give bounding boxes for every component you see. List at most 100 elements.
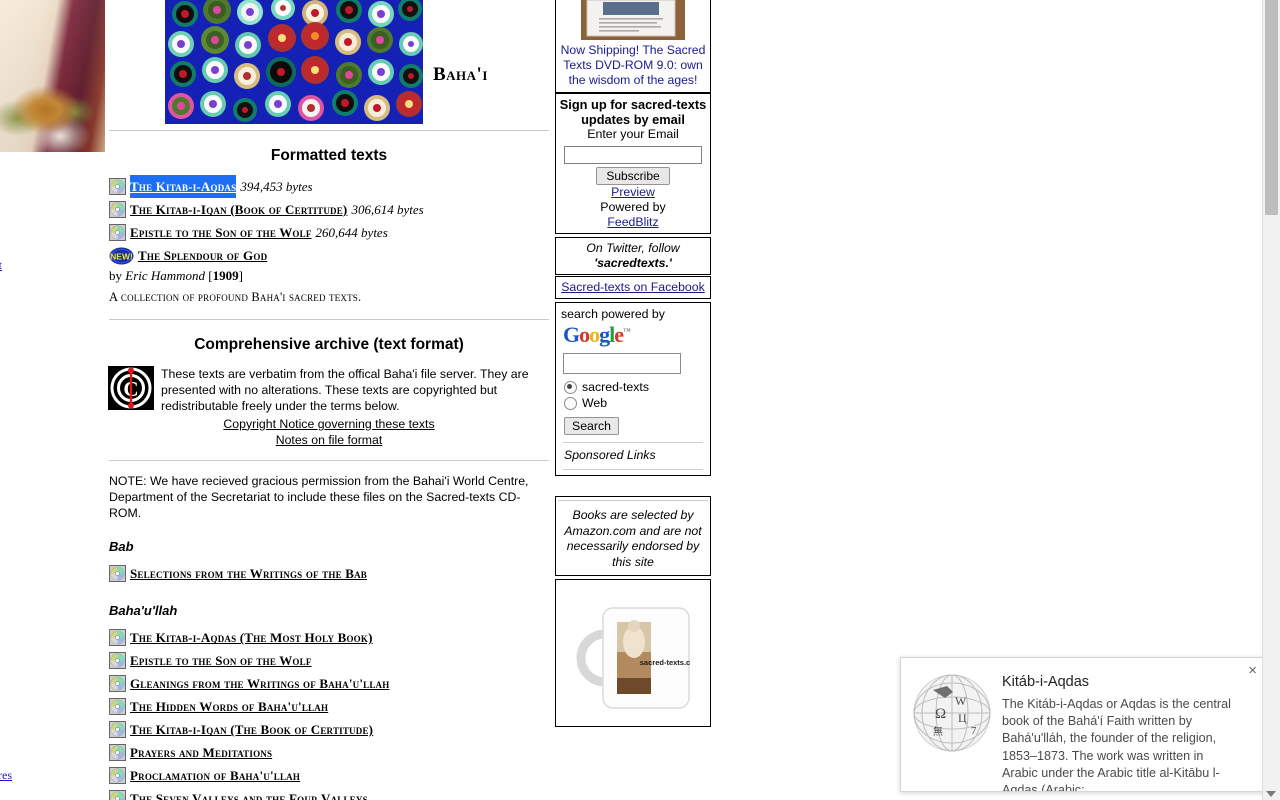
dvd-rom-box-image [581, 0, 685, 40]
copyright-text: These texts are verbatim from the offica… [161, 367, 529, 414]
facebook-link[interactable]: Sacred-texts on Facebook [561, 280, 705, 294]
facebook-text: Sacred-texts on Facebook [556, 277, 710, 298]
list-item: Prayers and Meditations [109, 741, 553, 764]
cd-icon [109, 565, 126, 583]
feedblitz-link[interactable]: FeedBlitz [556, 215, 710, 233]
list-item: The Kitab-i-Iqan (Book of Certitude) 306… [109, 198, 553, 221]
wikipedia-popup-title: Kitáb-i-Aqdas [1002, 674, 1090, 690]
sponsored-divider-bottom [563, 469, 703, 470]
cd-icon [109, 224, 126, 241]
list-item: The Hidden Words of Baha'u'llah [109, 695, 553, 718]
text-link-kitab-i-aqdas[interactable]: The Kitab-i-Aqdas [130, 175, 237, 198]
copyright-notice-link[interactable]: Copyright Notice governing these texts [105, 416, 553, 432]
byline-prefix: by [109, 268, 126, 283]
cd-icon [109, 790, 126, 800]
cd-icon [109, 652, 126, 670]
search-button[interactable]: Search [564, 417, 619, 435]
twitter-text: On Twitter, follow 'sacredtexts.' [556, 238, 710, 274]
text-link-proclamation[interactable]: Proclamation of Baha'u'llah [130, 764, 300, 787]
author-heading-bahaullah: Baha'u'llah [109, 603, 178, 619]
dvd-promo-link[interactable]: Now Shipping! The Sacred Texts DVD-ROM 9… [561, 43, 706, 87]
text-link-epistle-wolf-2[interactable]: Epistle to the Son of the Wolf [130, 649, 312, 672]
cd-icon [109, 675, 126, 693]
text-link-kitab-i-iqan[interactable]: The Kitab-i-Iqan (Book of Certitude) [130, 198, 347, 221]
facebook-box: Sacred-texts on Facebook [555, 276, 711, 299]
list-item: The Kitab-i-Aqdas 394,453 bytes [109, 175, 553, 198]
svg-text:Ц: Ц [958, 711, 967, 725]
close-icon[interactable]: × [1248, 663, 1257, 678]
list-item: The Kitab-i-Aqdas (The Most Holy Book) [109, 626, 553, 649]
search-scope-web[interactable]: Web [561, 395, 705, 411]
archive-heading: Comprehensive archive (text format) [194, 336, 464, 353]
text-link-hidden-words[interactable]: The Hidden Words of Baha'u'llah [130, 695, 328, 718]
permission-note: NOTE: We have recieved gracious permissi… [109, 473, 529, 521]
list-item: The Seven Valleys and the Four Valleys [109, 787, 553, 800]
amazon-top-divider [558, 500, 708, 501]
copyright-icon: C [108, 366, 154, 410]
mug-product-box: sacred-texts.c [555, 579, 711, 727]
svg-text:無: 無 [933, 725, 943, 738]
twitter-handle: 'sacredtexts.' [594, 256, 672, 270]
signup-heading: Sign up for sacred-texts updates by emai… [559, 97, 707, 127]
file-size: 394,453 bytes [240, 179, 313, 194]
search-powered-label: search powered by [561, 307, 665, 321]
page-header: Baha'i [105, 0, 553, 124]
byline-author: Eric Hammond [125, 268, 206, 283]
list-item: NEW! The Splendour of God [109, 244, 553, 267]
amazon-notice-box: Books are selected by Amazon.com and are… [555, 496, 711, 576]
cd-icon [109, 201, 126, 218]
text-link-iqan-certitude-2[interactable]: The Kitab-i-Iqan (The Book of Certitude) [130, 718, 373, 741]
baha-i-mosaic-image [165, 0, 423, 124]
book-byline: by Eric Hammond [1909] [109, 268, 243, 283]
scroll-down-arrow-icon[interactable] [1266, 791, 1276, 797]
sacred-texts-mug-image[interactable]: sacred-texts.c [565, 586, 701, 726]
list-item: Epistle to the Son of the Wolf 260,644 b… [109, 221, 553, 244]
byline-year: 1909 [212, 268, 239, 283]
search-input[interactable] [563, 353, 681, 374]
text-link-aqdas-most-holy[interactable]: The Kitab-i-Aqdas (The Most Holy Book) [130, 626, 373, 649]
radio-icon[interactable] [564, 380, 577, 394]
cd-icon [109, 178, 126, 195]
list-item: Gleanings from the Writings of Baha'u'll… [109, 672, 553, 695]
sponsored-divider [563, 442, 703, 443]
radio-icon[interactable] [564, 396, 577, 410]
copyright-block: C These texts are verbatim from the offi… [105, 364, 553, 415]
left-partial-link-1[interactable]: st [0, 258, 2, 273]
dvd-promo-box: Now Shipping! The Sacred Texts DVD-ROM 9… [555, 0, 711, 93]
file-format-notes-link[interactable]: Notes on file format [105, 432, 553, 448]
copyright-links: Copyright Notice governing these texts N… [105, 416, 553, 448]
cd-icon [109, 744, 126, 762]
decorative-painting-image [0, 0, 105, 152]
subscribe-button[interactable]: Subscribe [596, 167, 670, 185]
file-size: 306,614 bytes [351, 202, 424, 217]
list-item: Epistle to the Son of the Wolf [109, 649, 553, 672]
email-field[interactable] [564, 146, 702, 164]
text-link-prayers-meditations[interactable]: Prayers and Meditations [130, 741, 272, 764]
left-partial-link-2[interactable]: ures [0, 768, 12, 783]
right-sidebar: Now Shipping! The Sacred Texts DVD-ROM 9… [555, 0, 711, 800]
wikipedia-preview-popup[interactable]: Ω W Ц 7 無 Kitáb-i-Aqdas The Kitáb-i-Aqda… [900, 657, 1266, 792]
signup-sublabel: Enter your Email [587, 127, 679, 141]
vertical-scrollbar[interactable] [1262, 0, 1280, 800]
search-scope-sacred-texts[interactable]: sacred-texts [561, 379, 705, 395]
amazon-notice-text: Books are selected by Amazon.com and are… [564, 508, 702, 569]
formatted-texts-list: The Kitab-i-Aqdas 394,453 bytes The Kita… [105, 175, 553, 267]
powered-by-label: Powered by [600, 200, 666, 214]
google-search-box: search powered by Google™ sacred-texts W… [555, 302, 711, 476]
scrollbar-thumb[interactable] [1265, 0, 1278, 215]
collection-blurb: A collection of profound Baha'i sacred t… [109, 290, 362, 304]
preview-link[interactable]: Preview [556, 185, 710, 200]
text-link-epistle-son-of-wolf[interactable]: Epistle to the Son of the Wolf [130, 221, 312, 244]
text-link-selections-bab[interactable]: Selections from the Writings of the Bab [130, 562, 367, 585]
text-link-seven-valleys[interactable]: The Seven Valleys and the Four Valleys [130, 787, 368, 800]
list-item: The Kitab-i-Iqan (The Book of Certitude) [109, 718, 553, 741]
new-badge-icon: NEW! [109, 247, 134, 264]
svg-text:Ω: Ω [935, 706, 946, 722]
radio-label: sacred-texts [582, 380, 649, 394]
bab-texts-list: Selections from the Writings of the Bab [105, 562, 553, 585]
google-logo: Google™ [563, 322, 631, 347]
cd-icon [109, 629, 126, 647]
text-link-gleanings[interactable]: Gleanings from the Writings of Baha'u'll… [130, 672, 389, 695]
cd-icon [109, 698, 126, 716]
text-link-splendour-of-god[interactable]: The Splendour of God [138, 244, 267, 267]
